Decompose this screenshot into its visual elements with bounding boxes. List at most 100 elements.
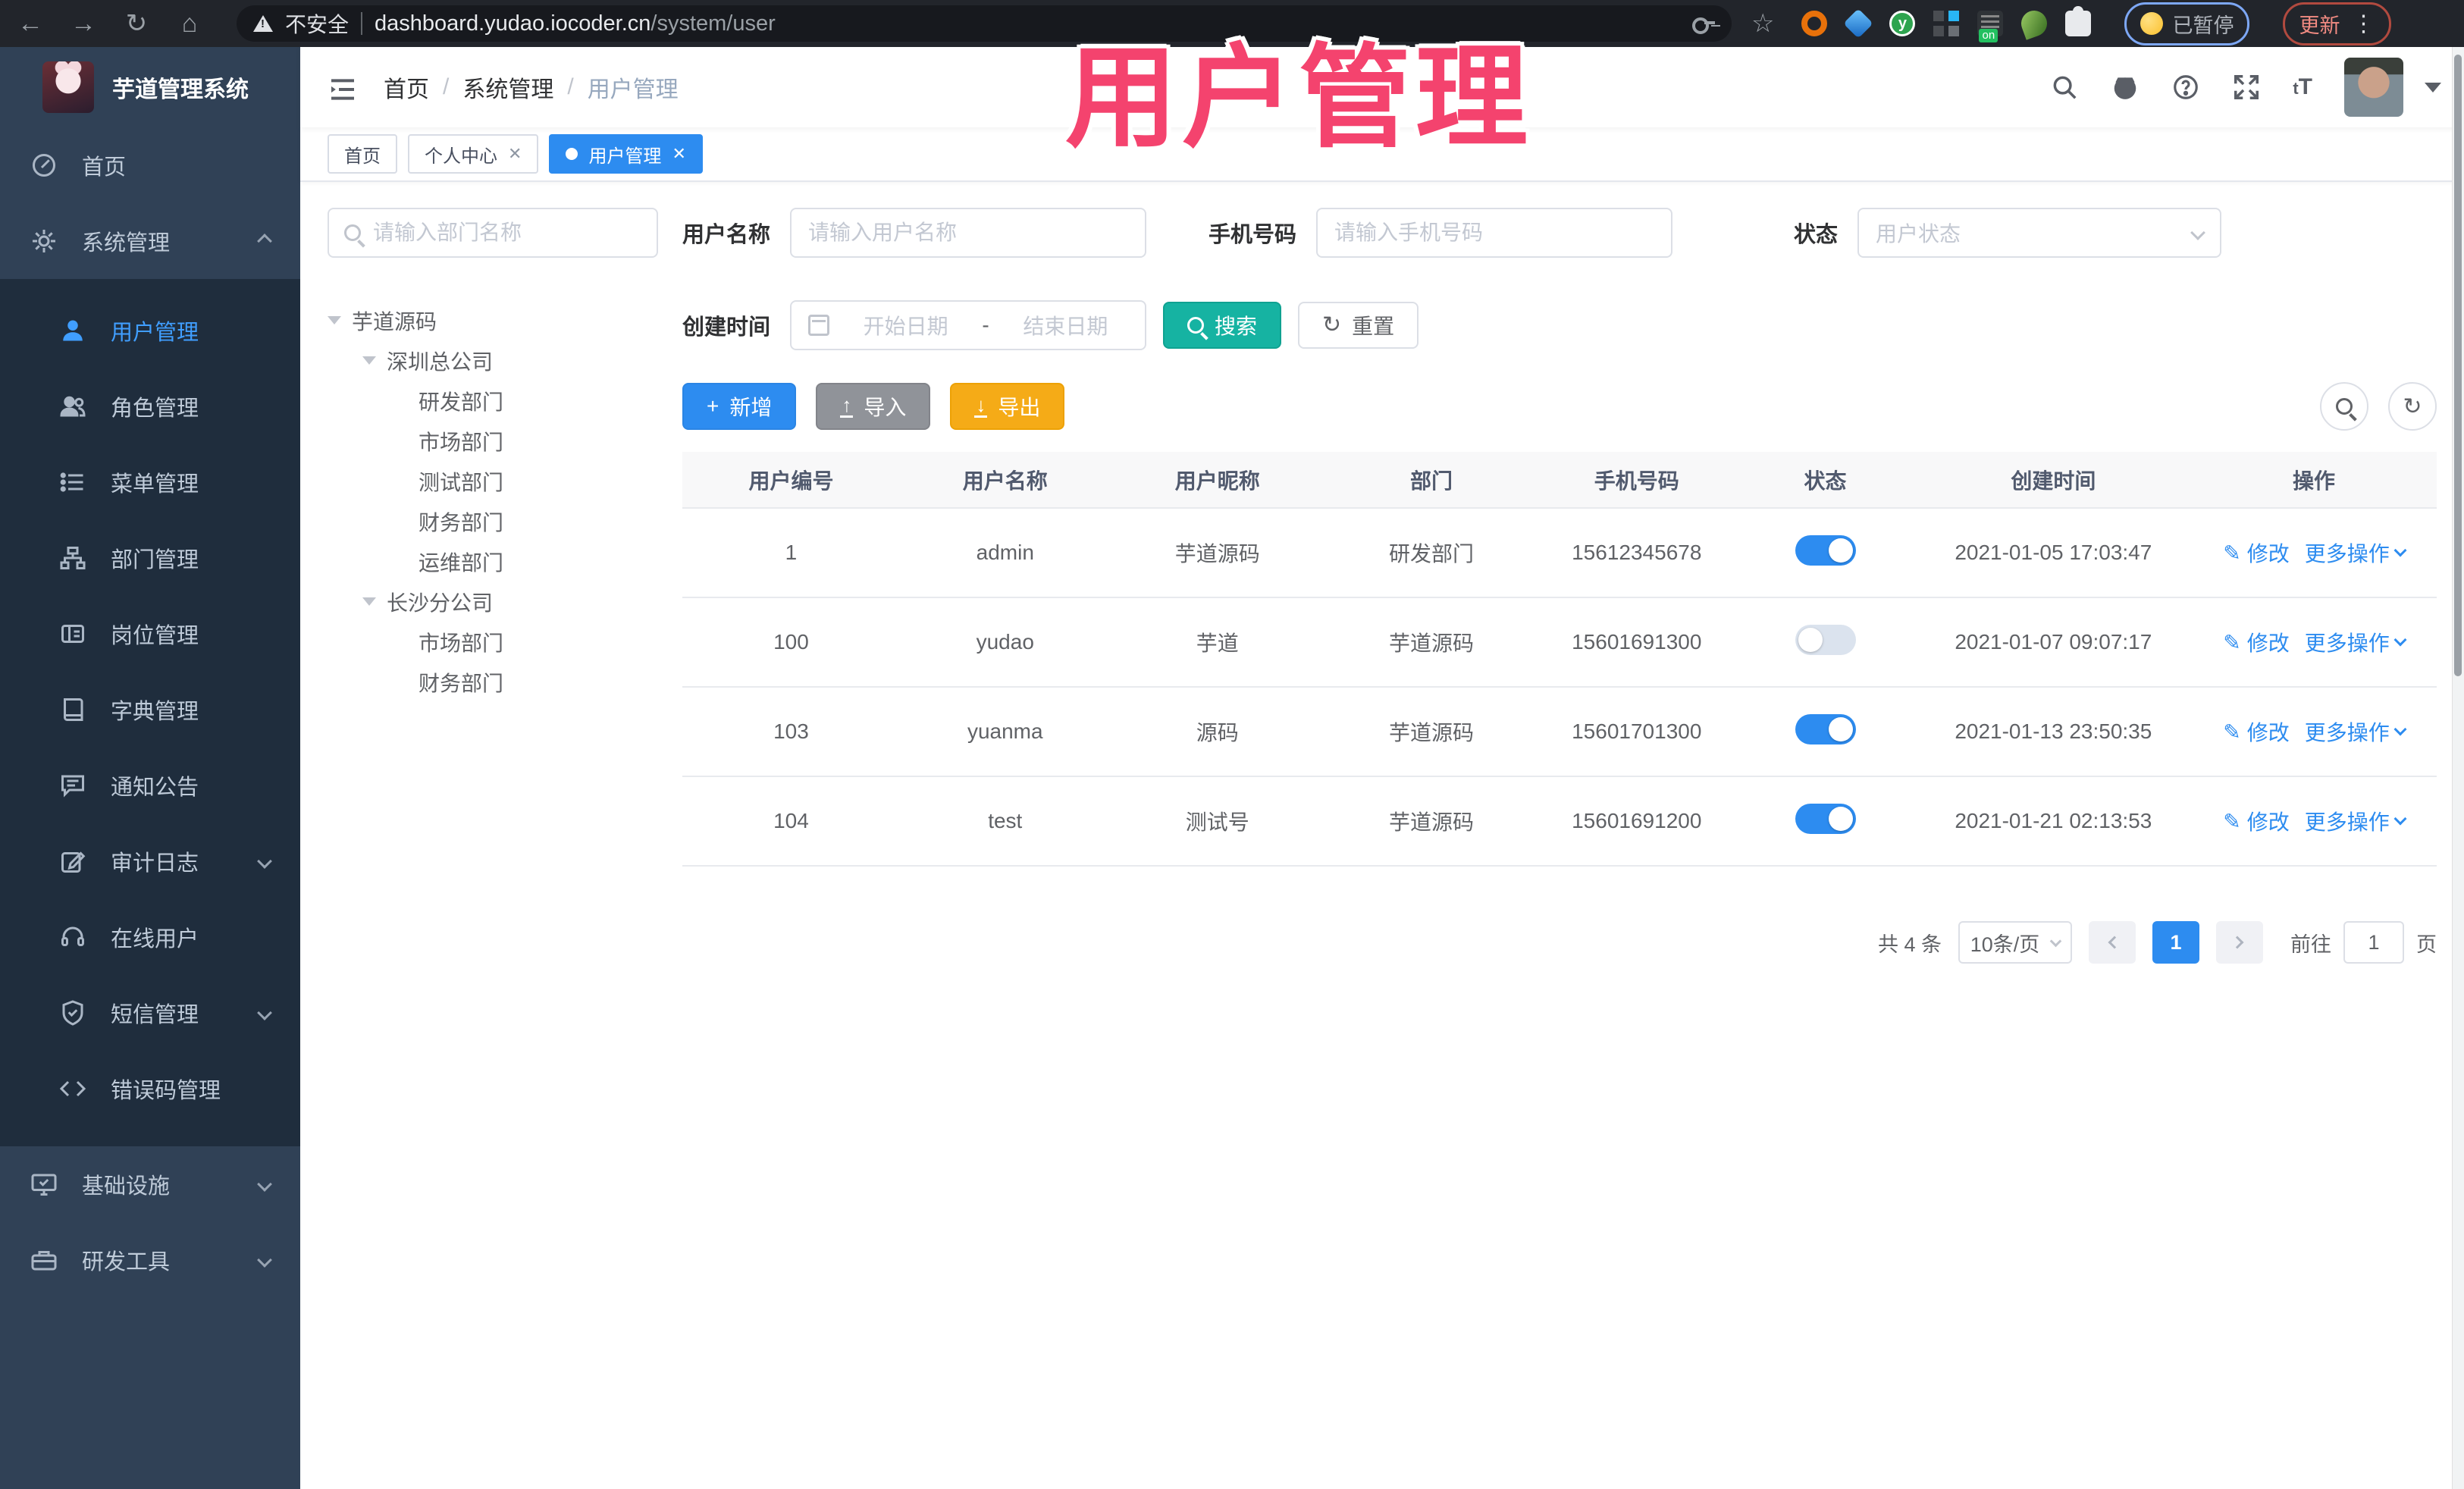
sidebar-item-menu-mgmt[interactable]: 菜单管理 [0, 444, 300, 520]
prev-page-button[interactable] [2089, 921, 2136, 964]
chevron-up-icon [257, 234, 272, 249]
status-toggle[interactable] [1795, 534, 1856, 566]
scrollbar[interactable] [2452, 47, 2464, 1489]
reload-icon[interactable]: ↻ [120, 7, 153, 40]
chevron-down-icon [2049, 935, 2062, 947]
fullscreen-icon[interactable] [2232, 73, 2261, 102]
back-icon[interactable]: ← [14, 7, 47, 40]
more-actions-link[interactable]: 更多操作 [2305, 716, 2407, 747]
pagination: 共 4 条 10条/页 1 前往 页 [682, 921, 2437, 964]
sidebar-item-user-mgmt[interactable]: 用户管理 [0, 293, 300, 368]
table-row: 1 admin 芋道源码 研发部门 15612345678 2021-01-05… [682, 508, 2437, 598]
refresh-table-button[interactable]: ↻ [2388, 382, 2437, 431]
home-icon[interactable]: ⌂ [173, 7, 206, 40]
sidebar-item-system[interactable]: 系统管理 [0, 203, 300, 279]
bookmark-star-icon[interactable]: ☆ [1751, 8, 1774, 39]
address-bar[interactable]: 不安全 dashboard.yudao.iocoder.cn/system/us… [237, 5, 1732, 42]
extension-green-icon[interactable]: y [1889, 11, 1916, 36]
page-1-button[interactable]: 1 [2152, 921, 2199, 964]
status-toggle[interactable] [1795, 803, 1856, 834]
sidebar-item-dict-mgmt[interactable]: 字典管理 [0, 672, 300, 748]
next-page-button[interactable] [2216, 921, 2263, 964]
show-search-button[interactable] [2320, 382, 2368, 431]
sidebar-item-error-code[interactable]: 错误码管理 [0, 1051, 300, 1127]
sidebar-item-infra[interactable]: 基础设施 [0, 1146, 300, 1222]
import-button[interactable]: ↑ 导入 [816, 383, 931, 430]
tree-node[interactable]: 财务部门 [328, 662, 658, 702]
tree-node[interactable]: 研发部门 [328, 381, 658, 421]
font-size-icon[interactable]: tT [2293, 74, 2312, 100]
extension-orange-icon[interactable] [1801, 11, 1828, 36]
page-size-select[interactable]: 10条/页 [1958, 921, 2072, 964]
mobile-input[interactable] [1334, 221, 1655, 245]
forward-icon[interactable]: → [67, 7, 100, 40]
dept-search-input[interactable] [373, 221, 641, 245]
sidebar-item-notice[interactable]: 通知公告 [0, 748, 300, 823]
search-button[interactable]: 搜索 [1163, 302, 1282, 349]
sidebar-item-sms-mgmt[interactable]: 短信管理 [0, 975, 300, 1051]
edit-log-icon [59, 848, 86, 875]
collapse-sidebar-icon[interactable] [328, 74, 358, 100]
tree-node[interactable]: 深圳总公司 [328, 340, 658, 381]
close-icon[interactable]: ✕ [508, 144, 522, 164]
sidebar-item-audit-log[interactable]: 审计日志 [0, 823, 300, 899]
sidebar-item-dept-mgmt[interactable]: 部门管理 [0, 520, 300, 596]
date-range-picker[interactable]: 开始日期 - 结束日期 [790, 300, 1147, 350]
breadcrumb-home[interactable]: 首页 [384, 71, 429, 104]
tree-node[interactable]: 测试部门 [328, 461, 658, 501]
sidebar-item-home[interactable]: 首页 [0, 127, 300, 203]
github-icon[interactable] [2111, 73, 2140, 102]
chevron-down-icon [2393, 723, 2407, 736]
extension-gem-icon[interactable] [1843, 8, 1874, 39]
search-icon [344, 224, 361, 241]
sidebar-item-role-mgmt[interactable]: 角色管理 [0, 368, 300, 444]
edit-link[interactable]: ✎ 修改 [2223, 627, 2289, 657]
close-icon[interactable]: ✕ [672, 144, 685, 164]
password-key-icon[interactable] [1692, 16, 1715, 34]
tab-home[interactable]: 首页 [328, 134, 397, 174]
sidebar-item-post-mgmt[interactable]: 岗位管理 [0, 596, 300, 672]
breadcrumb-system[interactable]: 系统管理 [462, 71, 553, 104]
edit-link[interactable]: ✎ 修改 [2223, 538, 2289, 568]
search-icon[interactable] [2050, 73, 2079, 102]
edit-link[interactable]: ✎ 修改 [2223, 716, 2289, 747]
chrome-menu-icon[interactable]: ⋮ [2352, 11, 2375, 37]
status-toggle[interactable] [1795, 624, 1856, 655]
export-button[interactable]: ↓ 导出 [950, 383, 1065, 430]
chevron-down-icon [257, 1005, 272, 1020]
chrome-update-chip[interactable]: 更新 ⋮ [2283, 2, 2392, 45]
extension-leaf-icon[interactable] [2017, 7, 2052, 40]
more-actions-link[interactable]: 更多操作 [2305, 538, 2407, 568]
more-actions-link[interactable]: 更多操作 [2305, 627, 2407, 657]
tree-node[interactable]: 芋道源码 [328, 300, 658, 340]
scrollbar-thumb[interactable] [2454, 55, 2462, 676]
tree-node[interactable]: 运维部门 [328, 541, 658, 581]
toolbox-icon [30, 1246, 58, 1274]
tree-node[interactable]: 财务部门 [328, 501, 658, 541]
add-button[interactable]: + 新增 [682, 383, 797, 430]
tree-node[interactable]: 长沙分公司 [328, 581, 658, 622]
edit-link[interactable]: ✎ 修改 [2223, 806, 2289, 836]
tab-profile[interactable]: 个人中心 ✕ [408, 134, 539, 174]
tree-node[interactable]: 市场部门 [328, 421, 658, 461]
extension-grid-icon[interactable] [1933, 11, 1960, 36]
caret-down-icon[interactable] [2425, 82, 2441, 92]
tab-user-mgmt[interactable]: 用户管理 ✕ [549, 134, 703, 174]
sidebar-item-dev-tools[interactable]: 研发工具 [0, 1222, 300, 1298]
extensions-puzzle-icon[interactable] [2065, 6, 2092, 36]
help-icon[interactable] [2171, 73, 2200, 102]
reset-button[interactable]: ↻ 重置 [1298, 302, 1419, 349]
more-actions-link[interactable]: 更多操作 [2305, 806, 2407, 836]
profile-paused-chip[interactable]: 已暂停 [2124, 2, 2250, 45]
url-text[interactable]: dashboard.yudao.iocoder.cn/system/user [375, 11, 1680, 36]
username-input[interactable] [808, 221, 1129, 245]
sidebar-item-online-users[interactable]: 在线用户 [0, 899, 300, 975]
status-toggle[interactable] [1795, 713, 1856, 744]
goto-page-input[interactable] [2343, 921, 2404, 964]
user-avatar[interactable] [2344, 58, 2403, 117]
mobile-label: 手机号码 [1208, 223, 1297, 247]
tree-node[interactable]: 市场部门 [328, 622, 658, 662]
status-select[interactable]: 用户状态 [1857, 208, 2222, 258]
extension-on-icon[interactable] [1977, 11, 2004, 42]
sidebar-menu: 首页 系统管理 用户管理 角色管理 菜单管理 部门管理 岗位管理 字典管理 通知… [0, 127, 300, 1489]
